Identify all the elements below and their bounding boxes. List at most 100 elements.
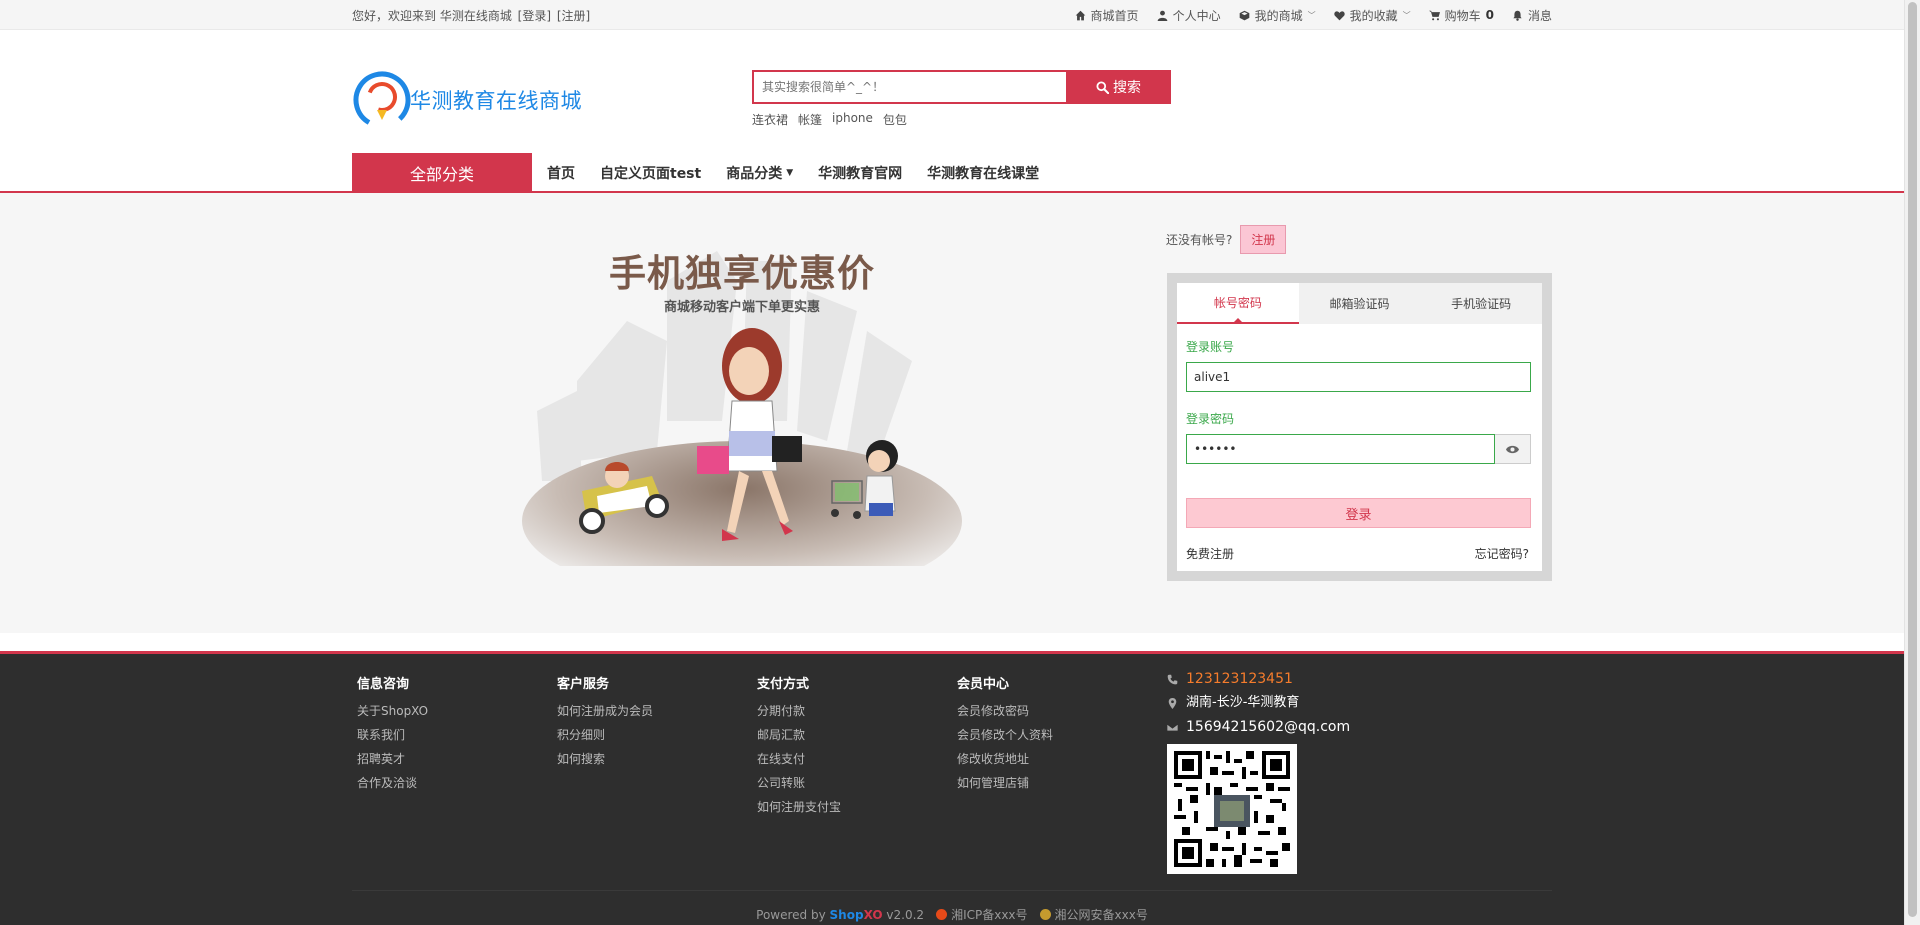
- icp-text: 湘ICP备xxx号: [951, 908, 1028, 922]
- search-button-label: 搜索: [1113, 80, 1141, 96]
- hot-word[interactable]: iphone: [832, 111, 873, 128]
- hot-word[interactable]: 包包: [883, 111, 907, 128]
- map-marker-icon: [1168, 697, 1177, 709]
- free-register-link[interactable]: 免费注册: [1186, 545, 1234, 562]
- search-area: 搜索 连衣裙 帐篷 iphone 包包: [752, 70, 1171, 128]
- topnav-messages[interactable]: 消息: [1512, 7, 1552, 24]
- footer-link[interactable]: 分期付款: [757, 699, 841, 723]
- top-nav: 商城首页 个人中心 我的商城 ﹀ 我的收藏 ﹀ 购物车 0 消息: [1075, 7, 1552, 24]
- scrollbar-thumb[interactable]: [1908, 2, 1917, 917]
- search-icon: [1096, 80, 1109, 94]
- chevron-down-icon: ﹀: [1402, 10, 1411, 20]
- nav-link-custom-page[interactable]: 自定义页面test: [600, 163, 701, 183]
- account-field[interactable]: [1186, 362, 1531, 392]
- home-icon: [1075, 10, 1085, 20]
- powered-by-text: Powered by: [756, 907, 826, 922]
- tab-email-code[interactable]: 邮箱验证码: [1299, 283, 1421, 324]
- police-link[interactable]: 湘公网安备xxx号: [1039, 906, 1148, 923]
- forgot-password-link[interactable]: 忘记密码?: [1475, 545, 1529, 562]
- footer-link[interactable]: 在线支付: [757, 747, 841, 771]
- contact-email: 15694215602@qq.com: [1186, 719, 1351, 735]
- footer-link[interactable]: 如何注册成为会员: [557, 699, 653, 723]
- topnav-cart[interactable]: 购物车 0: [1428, 7, 1494, 24]
- main-nav: 全部分类 首页 自定义页面test 商品分类 ▼ 华测教育官网 华测教育在线课堂: [0, 153, 1904, 193]
- topnav-my-mall[interactable]: 我的商城 ﹀: [1239, 7, 1316, 24]
- hot-search-words: 连衣裙 帐篷 iphone 包包: [752, 111, 1171, 128]
- topnav-favorites-label: 我的收藏: [1349, 8, 1398, 23]
- tab-account-password[interactable]: 帐号密码: [1177, 283, 1299, 324]
- nav-link-categories[interactable]: 商品分类 ▼: [726, 163, 793, 183]
- login-link[interactable]: [登录]: [518, 9, 551, 23]
- promo-subtitle: 商城移动客户端下单更实惠: [663, 300, 820, 315]
- topnav-home[interactable]: 商城首页: [1075, 7, 1139, 24]
- site-logo[interactable]: 华测教育在线商城: [352, 70, 582, 130]
- footer-link[interactable]: 积分细则: [557, 723, 653, 747]
- tab-phone-code[interactable]: 手机验证码: [1420, 283, 1542, 324]
- nav-link-home[interactable]: 首页: [547, 163, 575, 183]
- eye-icon: [1506, 445, 1519, 453]
- footer-link[interactable]: 会员修改个人资料: [957, 723, 1053, 747]
- footer-link[interactable]: 邮局汇款: [757, 723, 841, 747]
- password-field[interactable]: [1186, 434, 1495, 464]
- brand-shop[interactable]: Shop: [830, 908, 864, 922]
- police-text: 湘公网安备xxx号: [1054, 908, 1148, 922]
- brand-xo[interactable]: XO: [864, 908, 883, 922]
- footer-divider: [352, 890, 1552, 891]
- footer-column-info: 信息咨询 关于ShopXO 联系我们 招聘英才 合作及洽谈: [357, 673, 428, 795]
- contact-address: 湖南-长沙-华测教育: [1186, 695, 1300, 710]
- footer-link[interactable]: 如何注册支付宝: [757, 795, 841, 819]
- footer-column-title: 支付方式: [757, 677, 810, 692]
- no-account-text: 还没有帐号?: [1166, 233, 1233, 247]
- topnav-my-mall-label: 我的商城: [1254, 8, 1303, 23]
- footer-link[interactable]: 联系我们: [357, 723, 428, 747]
- nav-link-online-class[interactable]: 华测教育在线课堂: [927, 163, 1039, 183]
- caret-down-icon: ▼: [786, 168, 794, 178]
- version-text: v2.0.2: [886, 907, 925, 922]
- bell-icon: [1513, 10, 1522, 21]
- footer-link[interactable]: 如何管理店铺: [957, 771, 1053, 795]
- footer-copyright: Powered by ShopXO v2.0.2 湘ICP备xxx号 湘公网安备…: [352, 906, 1552, 923]
- account-label: 登录账号: [1186, 340, 1235, 354]
- footer-column-service: 客户服务 如何注册成为会员 积分细则 如何搜索: [557, 673, 653, 771]
- top-bar: 您好，欢迎来到 华测在线商城 [登录] [注册] 商城首页 个人中心 我的商城 …: [0, 0, 1904, 30]
- login-section: 手机独享优惠价 商城移动客户端下单更实惠 还没有帐号? 注册 帐号密码 邮箱验证…: [0, 193, 1904, 633]
- topnav-favorites[interactable]: 我的收藏 ﹀: [1333, 7, 1411, 24]
- logo-text: 华测教育在线商城: [410, 89, 582, 113]
- topnav-user-center-label: 个人中心: [1172, 8, 1221, 23]
- icp-link[interactable]: 湘ICP备xxx号: [936, 906, 1028, 923]
- register-button[interactable]: 注册: [1240, 225, 1287, 254]
- user-icon: [1157, 10, 1167, 21]
- search-input[interactable]: [752, 70, 1066, 104]
- footer-link[interactable]: 会员修改密码: [957, 699, 1053, 723]
- footer-column-title: 信息咨询: [357, 677, 410, 692]
- footer: 信息咨询 关于ShopXO 联系我们 招聘英才 合作及洽谈 客户服务 如何注册成…: [0, 651, 1904, 925]
- footer-link[interactable]: 如何搜索: [557, 747, 653, 771]
- powered-by-line: Powered by ShopXO v2.0.2: [756, 908, 924, 922]
- nav-link-categories-label: 商品分类: [726, 166, 783, 182]
- password-label: 登录密码: [1186, 412, 1235, 426]
- welcome-text: 您好，欢迎来到 华测在线商城 [登录] [注册]: [352, 7, 592, 24]
- contact-phone: 123123123451: [1186, 671, 1293, 687]
- footer-link[interactable]: 招聘英才: [357, 747, 428, 771]
- footer-column-member: 会员中心 会员修改密码 会员修改个人资料 修改收货地址 如何管理店铺: [957, 673, 1053, 795]
- vertical-scrollbar[interactable]: [1904, 0, 1920, 925]
- topnav-user-center[interactable]: 个人中心: [1157, 7, 1221, 24]
- police-badge-icon: [1039, 909, 1051, 920]
- nav-link-official-site[interactable]: 华测教育官网: [818, 163, 902, 183]
- show-password-toggle[interactable]: [1495, 434, 1531, 464]
- footer-link[interactable]: 关于ShopXO: [357, 699, 428, 723]
- login-submit-button[interactable]: 登录: [1186, 498, 1531, 528]
- login-tabs: 帐号密码 邮箱验证码 手机验证码: [1177, 283, 1542, 324]
- register-prompt: 还没有帐号? 注册: [1166, 225, 1287, 254]
- footer-link[interactable]: 公司转账: [757, 771, 841, 795]
- footer-link[interactable]: 修改收货地址: [957, 747, 1053, 771]
- search-button[interactable]: 搜索: [1066, 70, 1171, 104]
- hot-word[interactable]: 帐篷: [798, 111, 822, 128]
- hot-word[interactable]: 连衣裙: [752, 111, 788, 128]
- footer-link[interactable]: 合作及洽谈: [357, 771, 428, 795]
- login-panel: 帐号密码 邮箱验证码 手机验证码 登录账号 登录密码 登录: [1167, 273, 1552, 581]
- promo-title: 手机独享优惠价: [609, 252, 875, 295]
- topnav-home-label: 商城首页: [1090, 8, 1139, 23]
- register-link[interactable]: [注册]: [557, 9, 590, 23]
- all-categories-button[interactable]: 全部分类: [352, 153, 532, 193]
